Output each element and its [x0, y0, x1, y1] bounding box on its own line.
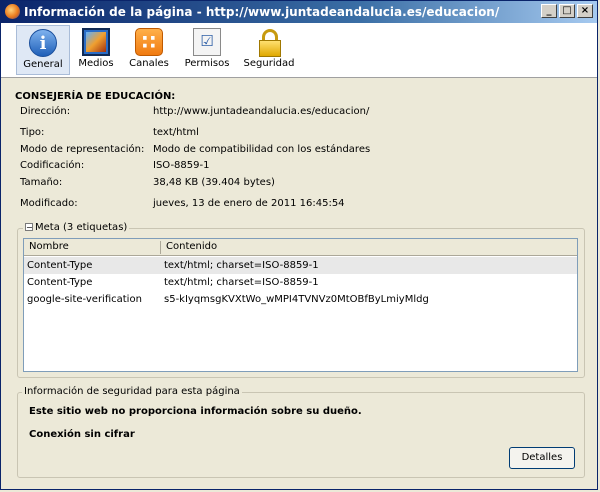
tab-toolbar: i General Medios ∷ Canales ☑ Permisos Se… [1, 23, 597, 78]
meta-legend-label: Meta (3 etiquetas) [35, 222, 128, 233]
firefox-icon [5, 4, 20, 19]
table-row[interactable]: google-site-verification s5-kIyqmsgKVXtW… [24, 291, 577, 308]
size-label: Tamaño: [20, 177, 63, 188]
tab-canales[interactable]: ∷ Canales [126, 25, 172, 75]
encoding-label: Codificación: [20, 160, 85, 171]
tab-seguridad[interactable]: Seguridad [241, 25, 297, 75]
page-title: CONSEJERÍA DE EDUCACIÓN: [15, 91, 176, 102]
info-icon: i [29, 29, 57, 57]
details-button[interactable]: Detalles [509, 447, 575, 469]
tab-canales-label: Canales [129, 58, 169, 69]
title-bar[interactable]: Información de la página - http://www.ju… [1, 1, 597, 23]
meta-name-cell: google-site-verification [27, 294, 142, 305]
type-value[interactable]: text/html [153, 127, 199, 138]
page-info-window: Información de la página - http://www.ju… [0, 0, 598, 490]
rss-icon: ∷ [135, 28, 163, 56]
encoding-value[interactable]: ISO-8859-1 [153, 160, 209, 171]
address-label: Dirección: [20, 106, 71, 117]
media-icon [82, 28, 110, 56]
tab-medios[interactable]: Medios [74, 25, 118, 75]
type-label: Tipo: [20, 127, 45, 138]
owner-info-text: Este sitio web no proporciona informació… [29, 406, 362, 417]
address-value[interactable]: http://www.juntadeandalucia.es/educacion… [153, 106, 369, 117]
table-row[interactable]: Content-Type text/html; charset=ISO-8859… [24, 257, 577, 274]
close-button[interactable]: × [577, 4, 593, 18]
tab-permisos-label: Permisos [184, 58, 230, 69]
tab-general[interactable]: i General [16, 25, 70, 75]
collapse-toggle-icon[interactable]: − [25, 223, 33, 232]
column-separator[interactable] [160, 241, 161, 254]
minimize-button[interactable]: _ [541, 4, 557, 18]
meta-content-cell: text/html; charset=ISO-8859-1 [164, 277, 319, 288]
modified-value[interactable]: jueves, 13 de enero de 2011 16:45:54 [153, 198, 345, 209]
tab-medios-label: Medios [78, 58, 114, 69]
table-row[interactable]: Content-Type text/html; charset=ISO-8859… [24, 274, 577, 291]
window-title: Información de la página - http://www.ju… [24, 5, 500, 19]
size-value[interactable]: 38,48 KB (39.404 bytes) [153, 177, 275, 188]
tab-seguridad-label: Seguridad [243, 58, 295, 69]
column-header-nombre[interactable]: Nombre [29, 241, 69, 252]
connection-info-text: Conexión sin cifrar [29, 429, 135, 440]
tab-permisos[interactable]: ☑ Permisos [182, 25, 232, 75]
padlock-icon [255, 28, 283, 57]
meta-legend[interactable]: − Meta (3 etiquetas) [23, 222, 130, 233]
meta-content-cell: text/html; charset=ISO-8859-1 [164, 260, 319, 271]
meta-name-cell: Content-Type [27, 277, 93, 288]
security-legend: Información de seguridad para esta págin… [22, 386, 242, 397]
meta-table-header: Nombre Contenido [24, 239, 577, 256]
meta-table: Nombre Contenido Content-Type text/html;… [23, 238, 578, 372]
column-header-contenido[interactable]: Contenido [166, 241, 217, 252]
window-controls: _ □ × [541, 4, 593, 18]
modified-label: Modificado: [20, 198, 78, 209]
meta-name-cell: Content-Type [27, 260, 93, 271]
render-mode-value[interactable]: Modo de compatibilidad con los estándare… [153, 144, 370, 155]
tab-general-label: General [23, 59, 63, 70]
permissions-icon: ☑ [193, 28, 221, 56]
meta-content-cell: s5-kIyqmsgKVXtWo_wMPI4TVNVz0MtOBfByLmiyM… [164, 294, 429, 305]
maximize-button[interactable]: □ [559, 4, 575, 18]
render-mode-label: Modo de representación: [20, 144, 145, 155]
